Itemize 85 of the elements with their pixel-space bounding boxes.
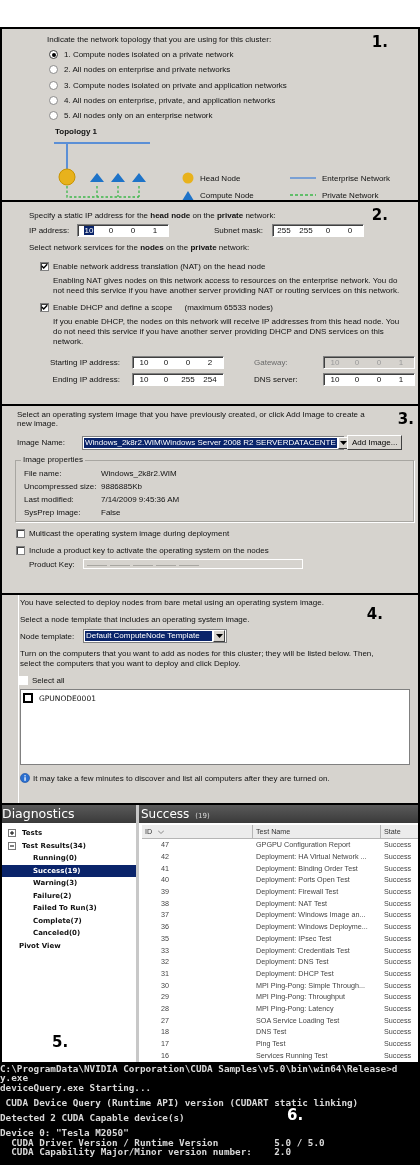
instruction-text: Turn on the computers that you want to add as nodes for this cluster; they will be listed below. Then, select the computers that you want to deploy and click Deploy.	[20, 649, 375, 668]
checkbox[interactable]	[40, 303, 49, 312]
radio-label[interactable]: 2. All nodes on enterprise and private networks	[64, 65, 231, 75]
legend-label: Head Node	[200, 174, 241, 183]
instruction-text: Select network services for the nodes on the private network:	[29, 242, 250, 254]
legend-label: Enterprise Network	[322, 174, 391, 183]
line-icon	[290, 176, 316, 181]
console-line: CUDA Driver Version / Runtime Version 5.0 / 5.0	[10, 1137, 325, 1148]
field-label: Image Name:	[17, 438, 67, 447]
legend-label: Compute Node	[200, 191, 254, 200]
step-number: 4.	[366, 607, 383, 622]
checkbox-label: Enable network address translation (NAT) on the head node	[53, 262, 266, 271]
property-value: 7/14/2009 9:45:36 AM	[101, 495, 181, 504]
property-label: SysPrep image:	[24, 508, 82, 517]
sort-caret-icon	[158, 829, 165, 834]
checkbox-label: Enable DHCP and define a scope	[53, 303, 173, 312]
info-text: It may take a few minutes to discover and list all computers after they are turned on.	[33, 773, 330, 783]
property-value: 9886885Kb	[101, 482, 143, 491]
image-name-dropdown[interactable]: Windows_2k8r2.WIM\Windows Server 2008 R2 SERVERDATACENTE	[82, 435, 344, 450]
diagram-title: Topology 1	[55, 126, 99, 139]
ip-field[interactable]: 10 0 0 1	[77, 224, 169, 237]
panel-header: Success	[141, 806, 190, 823]
caret-icon	[215, 634, 223, 638]
field-label: Subnet mask:	[214, 226, 263, 235]
add-image-button[interactable]: Add Image...	[347, 435, 403, 450]
radio-button[interactable]	[49, 65, 58, 75]
node-template-dropdown[interactable]: Default ComputeNode Template	[83, 629, 227, 643]
ip-field[interactable]: 10 0 0 1	[323, 373, 415, 386]
field-label: Ending IP address:	[51, 375, 120, 384]
console-line: deviceQuery.exe Starting...	[0, 1082, 152, 1092]
group-title: Image properties	[21, 455, 86, 464]
prompt-text: Indicate the network topology that you are using for this cluster:	[47, 34, 272, 46]
property-label: Uncompressed size:	[24, 482, 98, 491]
property-label: File name:	[24, 469, 63, 478]
console-line: Detected 2 CUDA Capable device(s)	[0, 1111, 185, 1123]
radio-button[interactable]	[49, 96, 58, 106]
note-text: (maximum 65533 nodes)	[184, 303, 273, 312]
caret-icon	[340, 440, 348, 445]
console-line: CUDA Device Query (Runtime API) version (CUDART static linking)	[4, 1095, 359, 1108]
radio-label[interactable]: 3. Compute nodes isolated on private and application networks	[64, 80, 287, 90]
instruction-text: You have selected to deploy nodes from bare metal using an operating system image.	[20, 598, 325, 608]
ip-field[interactable]: 255 255 0 0	[271, 224, 364, 237]
property-value: False	[101, 508, 122, 517]
instruction-text: Specify a static IP address for the head node on the private network:	[29, 210, 276, 222]
step-number: 6.	[287, 1108, 304, 1123]
radio-button[interactable]	[49, 80, 58, 90]
step-number: 2.	[371, 208, 388, 223]
field-label: Starting IP address:	[48, 358, 120, 367]
console-line: y.exe	[0, 1073, 28, 1083]
field-label: Product Key:	[29, 559, 76, 569]
checkbox-label: Multicast the operating system image during deployment	[29, 529, 230, 538]
checkbox-label: Include a product key to activate the operating system on the nodes	[29, 546, 269, 555]
ip-field[interactable]: 10 0 255 254	[132, 373, 224, 386]
dashed-line-icon	[290, 193, 316, 198]
console-line: Device 0: "Tesla M2050"	[0, 1126, 129, 1138]
instruction-text: Select a node template that includes an operating system image.	[20, 615, 251, 625]
field-label: Gateway:	[253, 358, 289, 367]
checkbox-label: Select all	[32, 676, 65, 685]
head-node-icon	[182, 172, 194, 185]
step-number: 1.	[371, 35, 388, 50]
console-line: CUDA Capability Major/Minor version number: 2.0	[10, 1147, 292, 1157]
field-label: IP address:	[29, 226, 71, 235]
property-label: Last modified:	[24, 495, 75, 504]
checkbox[interactable]	[23, 693, 33, 703]
step-number: 5.	[52, 1035, 69, 1050]
field-label: Node template:	[20, 631, 76, 641]
radio-button[interactable]	[49, 50, 58, 60]
checkbox[interactable]	[16, 529, 25, 538]
radio-label[interactable]: 5. All nodes only on an enterprise network	[64, 111, 213, 121]
instruction-text: Select an operating system image that you have previously created, or click Add Image to create a new image.	[17, 410, 366, 428]
description-text: If you enable DHCP, the nodes on this network will receive IP addresses from this head node. You do not need this service if you have another server providing DHCP and DNS services on this network.	[53, 317, 401, 347]
triangle-icon	[182, 189, 194, 202]
console-line: C:\ProgramData\NVIDIA Corporation\CUDA Samples\v5.0\bin\win64\Release>d	[0, 1064, 398, 1074]
radio-label[interactable]: 4. All nodes on enterprise, private, and application networks	[64, 96, 276, 106]
description-text: Enabling NAT gives nodes on this network access to resources on the enterprise network. You do not need this service if you have another server providing NAT or routing services on this network.	[53, 276, 401, 296]
step-number: 3.	[397, 412, 414, 427]
panel-header: Diagnostics	[2, 805, 136, 823]
legend-label: Private Network	[322, 191, 379, 200]
radio-button[interactable]	[49, 111, 58, 121]
property-value: Windows_2k8r2.WIM	[101, 469, 178, 478]
checkbox[interactable]	[16, 546, 25, 555]
checkbox[interactable]	[40, 262, 49, 271]
ip-field[interactable]: 10 0 0 2	[132, 356, 224, 369]
field-label: DNS server:	[253, 375, 299, 384]
radio-label[interactable]: 1. Compute nodes isolated on a private network	[64, 50, 234, 60]
